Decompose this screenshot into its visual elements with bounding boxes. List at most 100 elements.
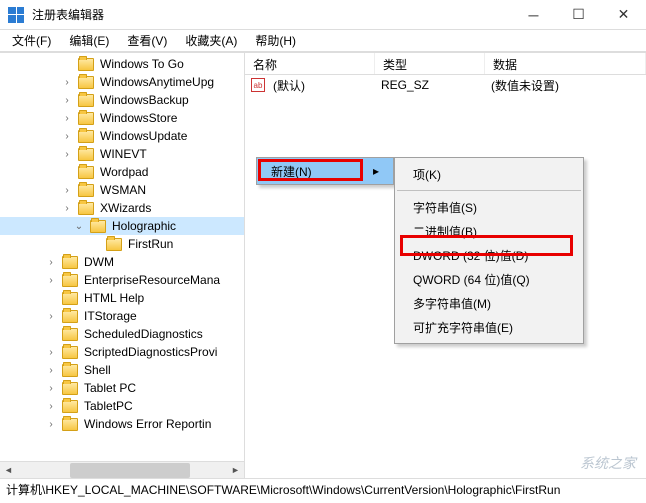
expander-icon[interactable] xyxy=(60,75,74,89)
tree-item[interactable]: Wordpad xyxy=(0,163,244,181)
folder-icon xyxy=(106,238,122,251)
chevron-right-icon: ▸ xyxy=(373,164,379,178)
horizontal-scrollbar[interactable]: ◄ ► xyxy=(0,461,244,478)
tree-spacer xyxy=(60,165,74,179)
list-item[interactable]: ab (默认) REG_SZ (数值未设置) xyxy=(245,75,646,95)
tree-item[interactable]: Windows To Go xyxy=(0,55,244,73)
maximize-button[interactable]: ☐ xyxy=(556,0,601,30)
expander-icon[interactable] xyxy=(60,111,74,125)
expander-icon[interactable] xyxy=(44,309,58,323)
tree-pane: Windows To Go WindowsAnytimeUpg WindowsBac… xyxy=(0,53,245,478)
ctx-new[interactable]: 新建(N) ▸ xyxy=(257,158,393,184)
ctx-new-label: 新建(N) xyxy=(271,163,312,180)
tree-label: XWizards xyxy=(98,201,153,215)
tree-spacer xyxy=(88,237,102,251)
menu-file[interactable]: 文件(F) xyxy=(4,30,59,51)
folder-icon xyxy=(62,292,78,305)
menu-help[interactable]: 帮助(H) xyxy=(247,30,304,51)
ctx-qword[interactable]: QWORD (64 位)值(Q) xyxy=(395,267,583,291)
tree-item[interactable]: ITStorage xyxy=(0,307,244,325)
scroll-left-icon[interactable]: ◄ xyxy=(0,462,17,479)
tree-label: ITStorage xyxy=(82,309,139,323)
expander-icon[interactable] xyxy=(44,255,58,269)
tree-item[interactable]: XWizards xyxy=(0,199,244,217)
tree-item[interactable]: HTML Help xyxy=(0,289,244,307)
expander-icon[interactable] xyxy=(60,93,74,107)
tree-item[interactable]: Windows Error Reportin xyxy=(0,415,244,433)
tree-item[interactable]: WindowsUpdate xyxy=(0,127,244,145)
tree-item[interactable]: WSMAN xyxy=(0,181,244,199)
ctx-string[interactable]: 字符串值(S) xyxy=(395,195,583,219)
tree-label: WindowsUpdate xyxy=(98,129,189,143)
string-value-icon: ab xyxy=(251,78,265,92)
close-button[interactable]: ✕ xyxy=(601,0,646,30)
tree-item[interactable]: ScheduledDiagnostics xyxy=(0,325,244,343)
expander-icon[interactable] xyxy=(44,381,58,395)
tree-item[interactable]: EnterpriseResourceMana xyxy=(0,271,244,289)
tree-label: Shell xyxy=(82,363,113,377)
tree-item[interactable]: WindowsBackup xyxy=(0,91,244,109)
tree-item[interactable]: WindowsAnytimeUpg xyxy=(0,73,244,91)
value-name: (默认) xyxy=(265,75,373,96)
ctx-binary[interactable]: 二进制值(B) xyxy=(395,219,583,243)
ctx-key[interactable]: 项(K) xyxy=(395,162,583,186)
menu-edit[interactable]: 编辑(E) xyxy=(61,30,117,51)
context-menu: 新建(N) ▸ xyxy=(256,157,394,185)
folder-icon xyxy=(62,418,78,431)
folder-icon xyxy=(78,94,94,107)
scroll-thumb[interactable] xyxy=(70,463,190,478)
folder-icon xyxy=(62,382,78,395)
ctx-multistring[interactable]: 多字符串值(M) xyxy=(395,291,583,315)
expander-icon[interactable] xyxy=(44,363,58,377)
expander-icon[interactable] xyxy=(60,147,74,161)
expander-icon[interactable] xyxy=(44,417,58,431)
tree-item[interactable]: FirstRun xyxy=(0,235,244,253)
tree-label: WindowsStore xyxy=(98,111,179,125)
expander-icon[interactable] xyxy=(44,399,58,413)
expander-icon[interactable] xyxy=(44,345,58,359)
tree-item[interactable]: WINEVT xyxy=(0,145,244,163)
column-type[interactable]: 类型 xyxy=(375,53,485,74)
ctx-expandstring[interactable]: 可扩充字符串值(E) xyxy=(395,315,583,339)
tree-label: Windows To Go xyxy=(98,57,186,71)
tree-label: ScriptedDiagnosticsProvi xyxy=(82,345,219,359)
folder-icon xyxy=(78,130,94,143)
tree-label: Holographic xyxy=(110,219,178,233)
tree-label: Tablet PC xyxy=(82,381,138,395)
tree-spacer xyxy=(44,327,58,341)
tree-item[interactable]: TabletPC xyxy=(0,397,244,415)
tree-label: WINEVT xyxy=(98,147,149,161)
tree-label: TabletPC xyxy=(82,399,135,413)
folder-icon xyxy=(78,202,94,215)
tree-item[interactable]: ScriptedDiagnosticsProvi xyxy=(0,343,244,361)
tree-label: FirstRun xyxy=(126,237,175,251)
tree-item[interactable]: Shell xyxy=(0,361,244,379)
menu-view[interactable]: 查看(V) xyxy=(119,30,175,51)
column-data[interactable]: 数据 xyxy=(485,53,646,74)
expander-icon[interactable] xyxy=(60,201,74,215)
folder-icon xyxy=(78,166,94,179)
expander-icon[interactable] xyxy=(60,183,74,197)
minimize-button[interactable]: ─ xyxy=(511,0,556,30)
expander-icon[interactable] xyxy=(44,273,58,287)
folder-icon xyxy=(62,346,78,359)
scroll-right-icon[interactable]: ► xyxy=(227,462,244,479)
menu-favorites[interactable]: 收藏夹(A) xyxy=(177,30,245,51)
tree-item[interactable]: DWM xyxy=(0,253,244,271)
status-path: 计算机\HKEY_LOCAL_MACHINE\SOFTWARE\Microsof… xyxy=(6,481,560,498)
context-submenu: 项(K) 字符串值(S) 二进制值(B) DWORD (32 位)值(D) QW… xyxy=(394,157,584,344)
folder-icon xyxy=(78,58,94,71)
tree-item[interactable]: WindowsStore xyxy=(0,109,244,127)
tree-label: WSMAN xyxy=(98,183,148,197)
column-name[interactable]: 名称 xyxy=(245,53,375,74)
expander-icon[interactable] xyxy=(60,129,74,143)
tree-label: WindowsAnytimeUpg xyxy=(98,75,216,89)
ctx-dword[interactable]: DWORD (32 位)值(D) xyxy=(395,243,583,267)
tree-label: Windows Error Reportin xyxy=(82,417,213,431)
tree-item[interactable]: Holographic xyxy=(0,217,244,235)
folder-icon xyxy=(62,310,78,323)
expander-icon[interactable] xyxy=(72,219,86,233)
tree-item[interactable]: Tablet PC xyxy=(0,379,244,397)
folder-icon xyxy=(62,328,78,341)
tree-label: WindowsBackup xyxy=(98,93,191,107)
